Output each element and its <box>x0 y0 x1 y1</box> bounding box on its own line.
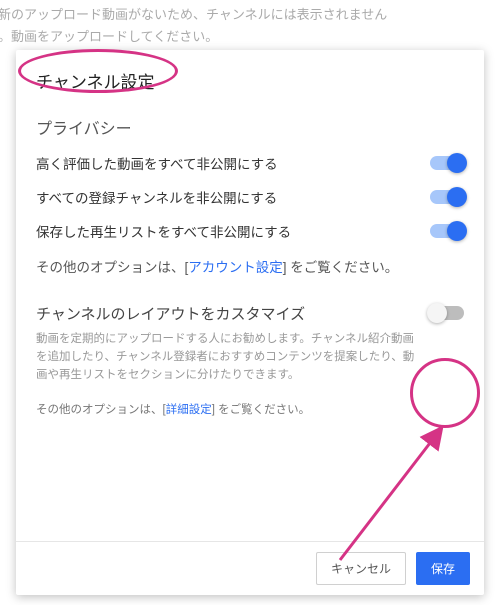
layout-customize-row: チャンネルのレイアウトをカスタマイズ <box>36 303 464 324</box>
banner-line1: 新のアップロード動画がないため、チャンネルには表示されません <box>0 7 387 22</box>
privacy-toggle-subs[interactable] <box>430 190 464 204</box>
privacy-heading: プライバシー <box>36 115 464 139</box>
channel-settings-dialog: チャンネル設定 プライバシー 高く評価した動画をすべて非公開にする すべての登録… <box>16 50 484 595</box>
dialog-body: チャンネル設定 プライバシー 高く評価した動画をすべて非公開にする すべての登録… <box>16 50 484 541</box>
banner-upload-link: アップロード <box>50 29 128 44</box>
dialog-title: チャンネル設定 <box>36 68 464 93</box>
text: ] をご覧ください。 <box>212 404 310 416</box>
privacy-more-options: その他のオプションは、[アカウント設定] をご覧ください。 <box>36 255 464 281</box>
privacy-row: 高く評価した動画をすべて非公開にする <box>36 153 464 173</box>
cancel-button[interactable]: キャンセル <box>316 552 406 585</box>
layout-customize-toggle[interactable] <box>430 306 464 320</box>
advanced-settings-link[interactable]: 詳細設定 <box>166 404 212 416</box>
privacy-row: すべての登録チャンネルを非公開にする <box>36 187 464 207</box>
save-button[interactable]: 保存 <box>416 552 470 585</box>
layout-heading: チャンネルのレイアウトをカスタマイズ <box>36 303 305 324</box>
text: その他のオプションは、[ <box>36 404 166 416</box>
banner-line2-suffix: してください。 <box>128 29 218 44</box>
dialog-footer: キャンセル 保存 <box>16 541 484 595</box>
privacy-row: 保存した再生リストをすべて非公開にする <box>36 221 464 241</box>
layout-help-text: 動画を定期的にアップロードする人にお勧めします。チャンネル紹介動画を追加したり、… <box>36 330 464 385</box>
privacy-toggle-liked[interactable] <box>430 156 464 170</box>
privacy-row-label: 高く評価した動画をすべて非公開にする <box>36 153 430 173</box>
banner-line2-prefix: 。動画を <box>0 29 50 44</box>
text: ] をご覧ください。 <box>283 260 399 275</box>
upload-banner: 新のアップロード動画がないため、チャンネルには表示されません 。動画をアップロー… <box>0 0 500 54</box>
layout-more-options: その他のオプションは、[詳細設定] をご覧ください。 <box>36 401 464 417</box>
privacy-row-label: 保存した再生リストをすべて非公開にする <box>36 221 430 241</box>
text: その他のオプションは、[ <box>36 260 188 275</box>
privacy-row-label: すべての登録チャンネルを非公開にする <box>36 187 430 207</box>
privacy-toggle-playlists[interactable] <box>430 224 464 238</box>
account-settings-link[interactable]: アカウント設定 <box>188 260 283 275</box>
